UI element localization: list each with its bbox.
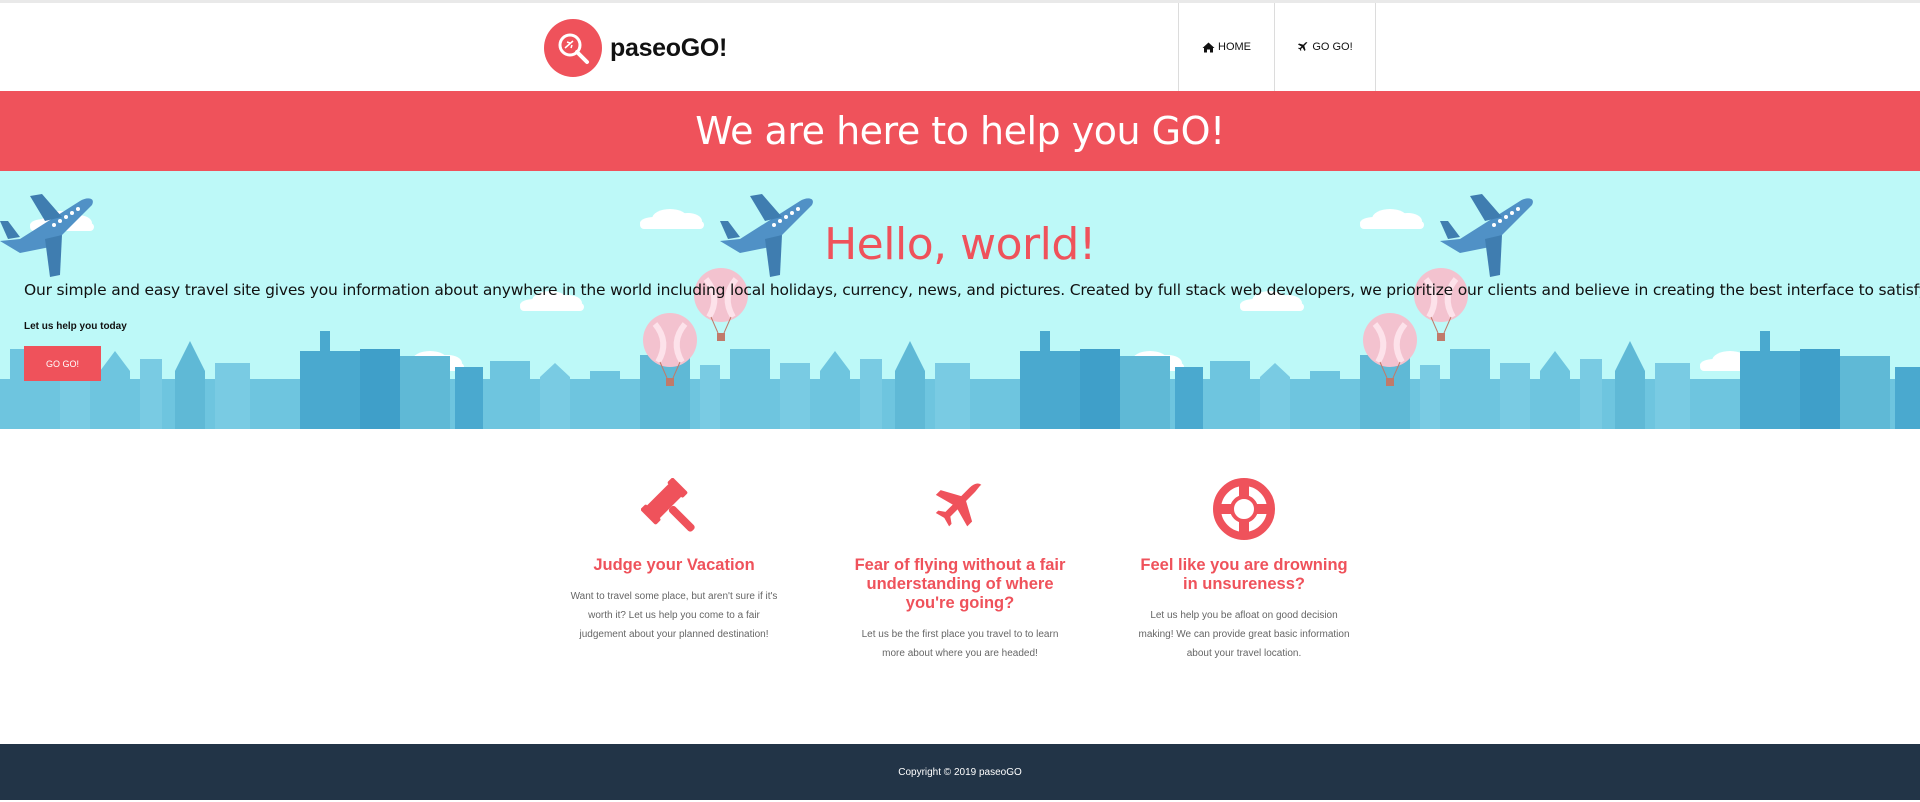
feature-title: Fear of flying without a fair understand…: [854, 556, 1066, 612]
hero-subtext: Let us help you today: [24, 321, 127, 332]
nav-home[interactable]: HOME: [1179, 3, 1275, 91]
nav-home-label: HOME: [1218, 41, 1251, 53]
site-header: paseoGO! HOME GO GO!: [0, 3, 1920, 91]
nav-gogo-label: GO GO!: [1312, 41, 1353, 53]
brand-name: paseoGO!: [610, 33, 728, 62]
hero-banner: We are here to help you GO!: [0, 91, 1920, 171]
brand[interactable]: paseoGO!: [544, 19, 727, 77]
feature-title: Feel like you are drowning in unsureness…: [1140, 556, 1348, 593]
main-nav: HOME GO GO!: [1178, 3, 1376, 91]
hero-go-button[interactable]: GO GO!: [24, 346, 101, 381]
feature-title: Judge your Vacation: [593, 556, 755, 574]
hero-title: Hello, world!: [824, 219, 1096, 270]
travel-illustration: [0, 194, 1920, 429]
magnifier-logo-icon: [544, 19, 602, 77]
feature-text: Let us be the first place you travel to …: [861, 629, 1059, 659]
copyright-text: Copyright © 2019 paseoGO: [898, 766, 1022, 778]
feature-flying: Fear of flying without a fair understand…: [850, 478, 1070, 663]
feature-judge: Judge your Vacation Want to travel some …: [564, 478, 784, 644]
banner-title: We are here to help you GO!: [695, 109, 1225, 153]
hero-text: Our simple and easy travel site gives yo…: [24, 281, 1920, 299]
home-icon: [1202, 42, 1215, 52]
feature-text: Let us help you be afloat on good decisi…: [1138, 610, 1350, 659]
hero-section: Hello, world! Our simple and easy travel…: [0, 171, 1920, 429]
feature-text: Want to travel some place, but aren't su…: [570, 591, 778, 640]
plane-icon: [850, 478, 1070, 544]
life-ring-icon: [1134, 478, 1354, 544]
plane-icon: [1298, 42, 1308, 51]
gavel-icon: [564, 478, 784, 544]
nav-gogo[interactable]: GO GO!: [1275, 3, 1376, 91]
site-footer: Copyright © 2019 paseoGO: [0, 744, 1920, 800]
feature-lifering: Feel like you are drowning in unsureness…: [1134, 478, 1354, 663]
skyline-icon: [0, 331, 1920, 429]
